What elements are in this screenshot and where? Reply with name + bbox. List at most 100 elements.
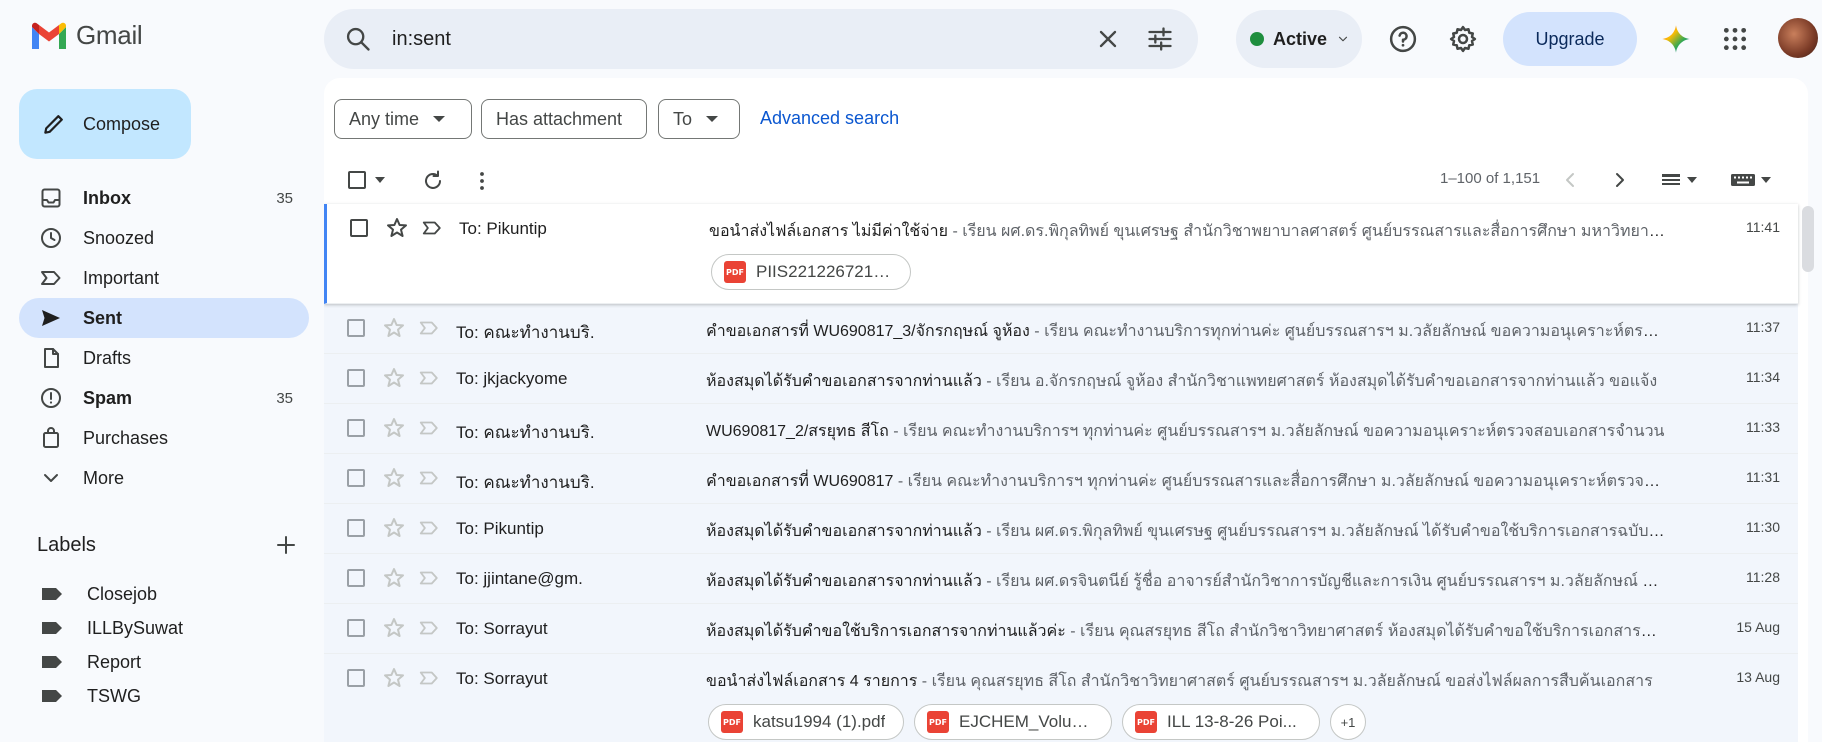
label-item[interactable]: ILLBySuwat: [19, 610, 309, 646]
email-message: ขอนำส่งไฟล์เอกสาร ไม่มีค่าใช้จ่าย - เรีย…: [709, 219, 1669, 244]
search-icon[interactable]: [344, 25, 372, 53]
important-marker-icon[interactable]: [418, 517, 440, 539]
send-icon: [42, 310, 60, 326]
sidebar-item-more[interactable]: More: [19, 458, 309, 498]
chevron-left-icon[interactable]: [1558, 168, 1582, 192]
more-attachments-badge[interactable]: +1: [1330, 704, 1366, 740]
tune-icon[interactable]: [1146, 25, 1174, 53]
top-bar: Gmail Active Upgrade: [0, 0, 1822, 78]
refresh-icon[interactable]: [421, 169, 445, 193]
chevron-down-icon: [1338, 36, 1348, 42]
attachment-chip[interactable]: PDF katsu1994 (1).pdf: [708, 704, 904, 740]
filter-label: To: [673, 108, 693, 129]
gemini-icon[interactable]: [1661, 24, 1691, 54]
label-item[interactable]: Report: [19, 644, 309, 680]
attachment-chip[interactable]: PDF ILL 13-8-26 Poi...: [1122, 704, 1320, 740]
important-marker-icon[interactable]: [421, 217, 443, 239]
important-marker-icon[interactable]: [418, 467, 440, 489]
plus-icon[interactable]: [274, 533, 298, 557]
chevron-down-icon: [44, 474, 58, 482]
email-message: ห้องสมุดได้รับคำขอเอกสารจากท่านแล้ว - เร…: [706, 369, 1666, 394]
checkbox-box[interactable]: [348, 171, 366, 189]
important-marker-icon[interactable]: [418, 367, 440, 389]
important-marker-icon[interactable]: [418, 617, 440, 639]
sidebar: Compose Inbox 35 Snoozed Important Sent …: [0, 78, 320, 742]
email-row[interactable]: To: jkjackyome ห้องสมุดได้รับคำขอเอกสารจ…: [324, 354, 1798, 404]
search-input[interactable]: [392, 21, 1072, 57]
gmail-logo[interactable]: Gmail: [30, 20, 143, 51]
compose-button[interactable]: Compose: [19, 89, 191, 159]
select-all-checkbox[interactable]: [348, 171, 386, 189]
row-checkbox[interactable]: [347, 369, 365, 387]
more-vert-icon[interactable]: [470, 169, 494, 193]
email-time: 11:41: [1746, 219, 1780, 235]
star-icon[interactable]: [382, 366, 406, 390]
label-item[interactable]: Closejob: [19, 576, 309, 612]
split-pane-toggle[interactable]: [1660, 171, 1698, 189]
row-checkbox[interactable]: [347, 619, 365, 637]
star-icon[interactable]: [382, 666, 406, 690]
email-row[interactable]: To: คณะทำงานบริ. WU690817_2/สรยุทธ สีโถ …: [324, 404, 1798, 454]
email-row[interactable]: To: คณะทำงานบริ. คำขอเอกสารที่ WU690817 …: [324, 454, 1798, 504]
sidebar-item-spam[interactable]: Spam 35: [19, 378, 309, 418]
star-icon[interactable]: [382, 516, 406, 540]
sidebar-item-inbox[interactable]: Inbox 35: [19, 178, 309, 218]
email-row[interactable]: To: Sorrayut ขอนำส่งไฟล์เอกสาร 4 รายการ …: [324, 654, 1798, 742]
row-checkbox[interactable]: [347, 319, 365, 337]
email-row[interactable]: To: คณะทำงานบริ. คำขอเอกสารที่ WU690817_…: [324, 304, 1798, 354]
shopping-bag-icon: [43, 427, 59, 448]
filter-to[interactable]: To: [658, 99, 740, 139]
status-label: Active: [1273, 28, 1328, 49]
help-icon[interactable]: [1388, 24, 1418, 54]
sidebar-item-important[interactable]: Important: [19, 258, 309, 298]
important-marker-icon[interactable]: [418, 567, 440, 589]
email-recipient: To: คณะทำงานบริ.: [456, 423, 595, 442]
important-marker-icon[interactable]: [418, 317, 440, 339]
important-marker-icon[interactable]: [418, 417, 440, 439]
advanced-search-link[interactable]: Advanced search: [760, 108, 899, 129]
attachment-chip[interactable]: PDF PIIS2212267214...: [711, 254, 911, 290]
star-icon[interactable]: [382, 316, 406, 340]
label-name: ILLBySuwat: [87, 617, 184, 638]
sidebar-item-purchases[interactable]: Purchases: [19, 418, 309, 458]
email-message: ห้องสมุดได้รับคำขอใช้บริการเอกสารจากท่าน…: [706, 619, 1666, 644]
sidebar-item-sent[interactable]: Sent: [19, 298, 309, 338]
important-marker-icon[interactable]: [418, 667, 440, 689]
star-icon[interactable]: [382, 416, 406, 440]
filter-has-attachment[interactable]: Has attachment: [481, 99, 647, 139]
sidebar-item-drafts[interactable]: Drafts: [19, 338, 309, 378]
sidebar-item-snoozed[interactable]: Snoozed: [19, 218, 309, 258]
email-time: 11:31: [1746, 469, 1780, 485]
row-checkbox[interactable]: [347, 419, 365, 437]
star-icon[interactable]: [382, 566, 406, 590]
dropdown-arrow-icon[interactable]: [374, 176, 386, 184]
avatar[interactable]: [1778, 18, 1818, 58]
email-row[interactable]: To: Sorrayut ห้องสมุดได้รับคำขอใช้บริการ…: [324, 604, 1798, 654]
label-item[interactable]: TSWG: [19, 678, 309, 714]
email-row[interactable]: To: Pikuntip ขอนำส่งไฟล์เอกสาร ไม่มีค่าใ…: [324, 204, 1798, 304]
email-row[interactable]: To: jjintane@gm. ห้องสมุดได้รับคำขอเอกสา…: [324, 554, 1798, 604]
row-checkbox[interactable]: [347, 469, 365, 487]
email-row[interactable]: To: Pikuntip ห้องสมุดได้รับคำขอเอกสารจาก…: [324, 504, 1798, 554]
email-recipient: To: jkjackyome: [456, 369, 568, 388]
input-tools-toggle[interactable]: [1730, 171, 1772, 189]
gear-icon[interactable]: [1448, 24, 1478, 54]
star-icon[interactable]: [382, 616, 406, 640]
row-checkbox[interactable]: [347, 569, 365, 587]
close-icon[interactable]: [1094, 25, 1122, 53]
label-name: TSWG: [87, 685, 141, 706]
row-checkbox[interactable]: [347, 669, 365, 687]
star-icon[interactable]: [382, 466, 406, 490]
upgrade-button[interactable]: Upgrade: [1503, 12, 1637, 66]
filter-any-time[interactable]: Any time: [334, 99, 472, 139]
row-checkbox[interactable]: [350, 219, 368, 237]
chevron-right-icon[interactable]: [1608, 168, 1632, 192]
star-icon[interactable]: [385, 216, 409, 240]
sidebar-item-label: Snoozed: [83, 227, 155, 248]
search-bar[interactable]: [324, 9, 1198, 69]
scrollbar-thumb[interactable]: [1802, 206, 1814, 272]
status-selector[interactable]: Active: [1236, 10, 1362, 68]
apps-grid-icon[interactable]: [1722, 26, 1748, 52]
row-checkbox[interactable]: [347, 519, 365, 537]
attachment-chip[interactable]: PDF EJCHEM_Volum...: [914, 704, 1112, 740]
